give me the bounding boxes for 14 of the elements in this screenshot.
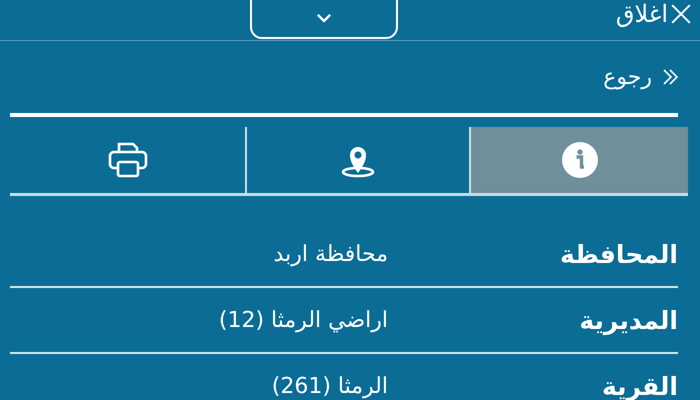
chevron-down-icon [317,14,331,22]
tab[interactable] [471,127,688,193]
close-icon [670,3,692,25]
info-icon [562,142,598,178]
tab[interactable] [245,127,471,193]
back-link[interactable]: رجوع [603,64,680,90]
field-value: الرمثا (261) [270,374,388,398]
close-button[interactable]: اغلاق [616,0,700,34]
field-value: محافظة اربد [272,242,388,266]
field-value: اراضي الرمثا (12) [218,308,388,332]
field-label: المديرية [578,306,678,334]
printer-icon [108,142,148,178]
collapse-button[interactable] [250,0,398,39]
field-label: المحافظة [558,240,678,268]
